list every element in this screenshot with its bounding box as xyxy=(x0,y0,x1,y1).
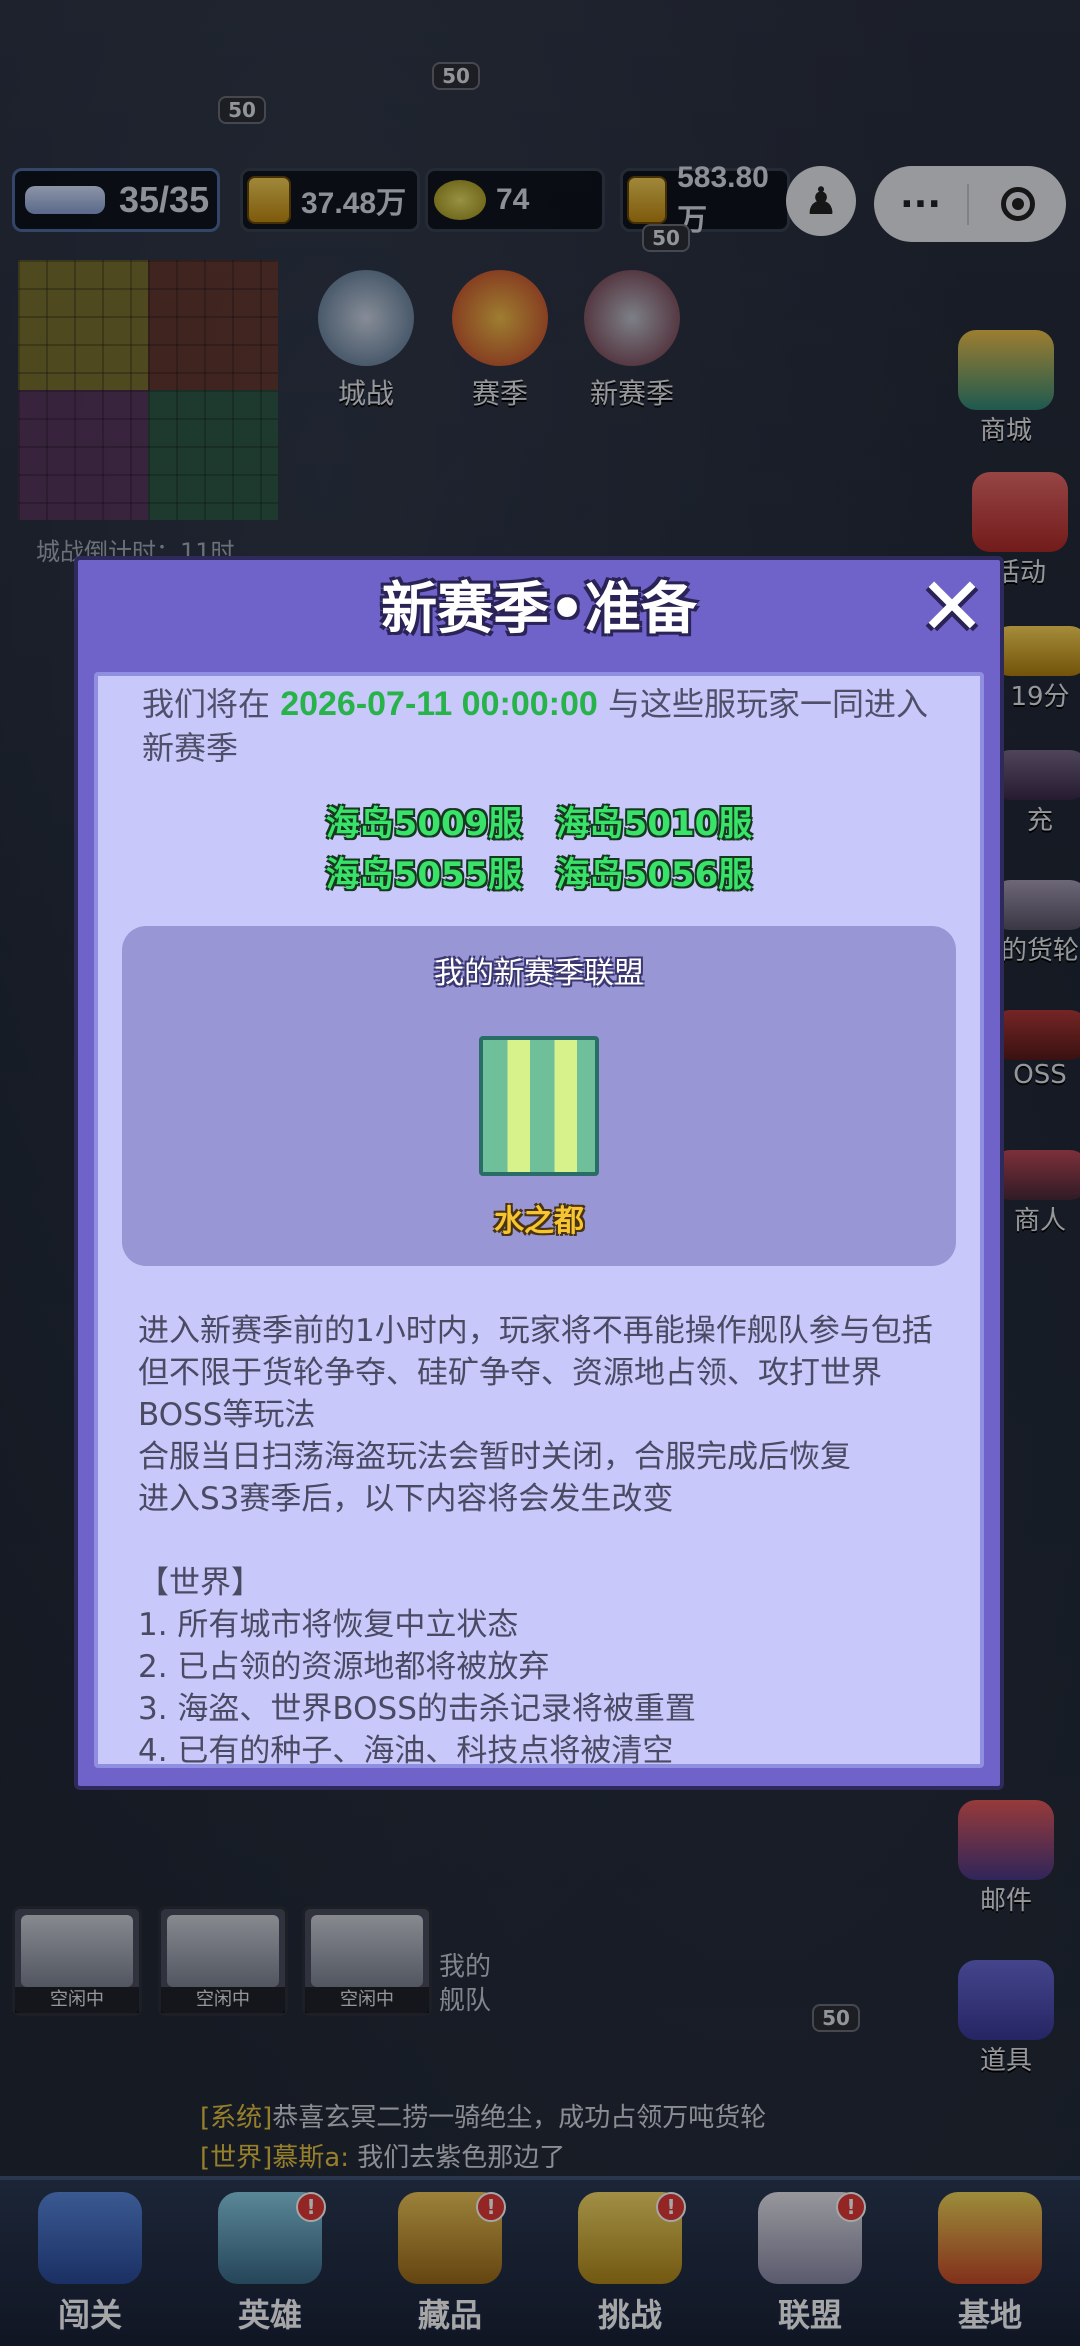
note-line: 4. 已有的种子、海油、科技点将被清空 xyxy=(138,1733,674,1768)
note-line: 1. 所有城市将恢复中立状态 xyxy=(138,1607,519,1643)
alliance-title: 我的新赛季联盟 xyxy=(434,956,644,991)
server-list: 海岛5009服 海岛5010服 海岛5055服 海岛5056服 xyxy=(98,796,980,896)
note-line: 进入新赛季前的1小时内，玩家将不再能操作舰队参与包括但不限于货轮争夺、硅矿争夺、… xyxy=(138,1313,933,1433)
new-season-modal: 新赛季•准备 ✕ 我们将在 2026-07-11 00:00:00 与这些服玩家… xyxy=(74,556,1004,1790)
note-line: 合服当日扫荡海盗玩法会暂时关闭，合服完成后恢复 xyxy=(138,1439,851,1475)
note-line: 3. 海盗、世界BOSS的击杀记录将被重置 xyxy=(138,1691,696,1727)
server-name: 海岛5009服 xyxy=(325,804,523,844)
note-line: 进入S3赛季后，以下内容将会发生改变 xyxy=(138,1481,674,1517)
note-line: 【世界】 xyxy=(138,1565,262,1601)
modal-body[interactable]: 我们将在 2026-07-11 00:00:00 与这些服玩家一同进入新赛季 海… xyxy=(94,672,984,1768)
alliance-card: 我的新赛季联盟 水之都 xyxy=(122,926,956,1266)
season-notes: 进入新赛季前的1小时内，玩家将不再能操作舰队参与包括但不限于货轮争夺、硅矿争夺、… xyxy=(138,1310,950,1768)
server-name: 海岛5010服 xyxy=(555,804,753,844)
server-name: 海岛5056服 xyxy=(555,855,753,895)
note-line: 2. 已占领的资源地都将被放弃 xyxy=(138,1649,550,1685)
alliance-flag-icon xyxy=(479,1036,599,1176)
season-intro: 我们将在 2026-07-11 00:00:00 与这些服玩家一同进入新赛季 xyxy=(142,682,940,770)
intro-text: 我们将在 xyxy=(142,685,281,723)
modal-title: 新赛季•准备 xyxy=(381,577,697,642)
alliance-name: 水之都 xyxy=(494,1204,584,1239)
note-spacer xyxy=(138,1520,950,1562)
close-button[interactable]: ✕ xyxy=(916,567,988,647)
season-start-date: 2026-07-11 00:00:00 xyxy=(280,685,598,723)
server-name: 海岛5055服 xyxy=(325,855,523,895)
